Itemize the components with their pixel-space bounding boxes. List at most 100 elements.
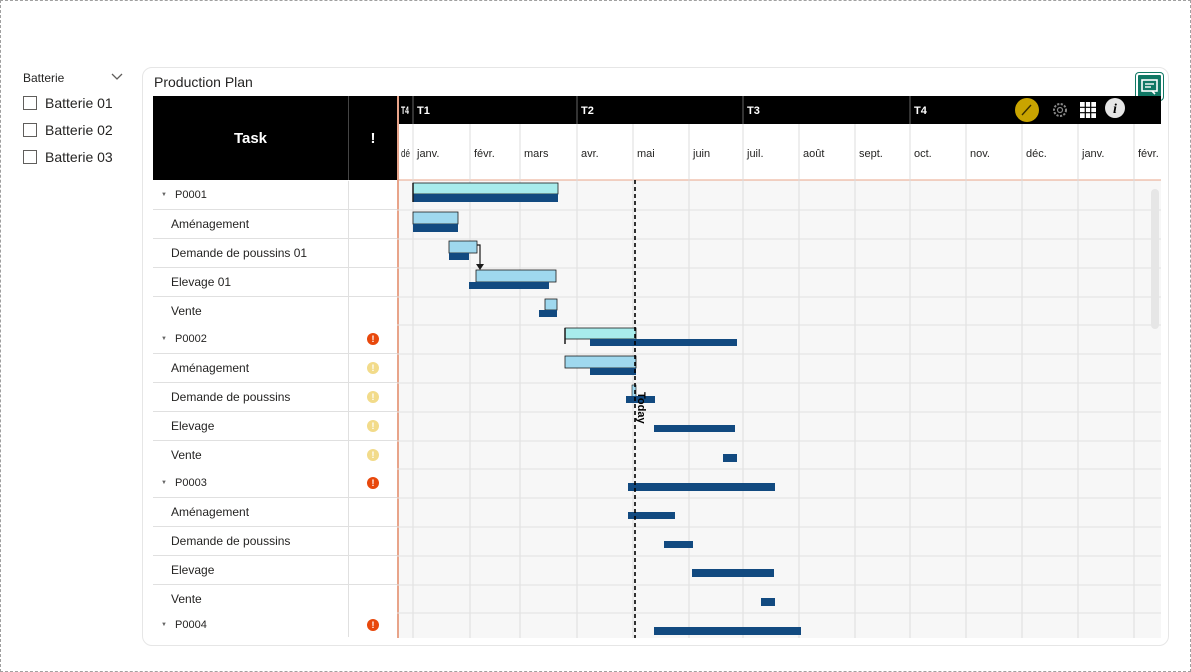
month-label: avr. — [581, 148, 599, 160]
task-row[interactable]: Vente — [153, 585, 397, 614]
info-button[interactable]: i — [1105, 98, 1125, 118]
task-label: Aménagement — [171, 361, 250, 375]
task-label: P0004 — [175, 619, 207, 631]
gantt-bar-plan[interactable] — [412, 211, 459, 225]
expand-icon[interactable]: ▼ — [161, 336, 170, 342]
checkbox[interactable] — [23, 122, 37, 137]
gantt-body-bg — [397, 180, 1161, 638]
month-label: juil. — [746, 148, 764, 160]
warning-icon: ! — [367, 420, 379, 432]
task-row[interactable]: Vente — [153, 297, 397, 326]
task-row[interactable]: Aménagement — [153, 210, 397, 239]
task-label: Vente — [171, 592, 202, 606]
month-label: juin — [692, 148, 710, 160]
gantt-bar-actual[interactable] — [654, 627, 801, 635]
quarter-label: T2 — [581, 105, 594, 117]
gantt-bar-plan[interactable] — [448, 240, 478, 254]
gantt-bar-actual[interactable] — [664, 541, 693, 548]
task-label: Elevage — [171, 563, 215, 577]
month-label: août — [803, 148, 824, 160]
task-row[interactable]: Elevage — [153, 556, 397, 585]
month-label: févr. — [1138, 148, 1159, 160]
warning-icon: ! — [367, 619, 379, 631]
slicer-item-label: Batterie 01 — [45, 94, 113, 111]
task-label: Demande de poussins 01 — [171, 246, 308, 260]
gantt-bar-actual[interactable] — [590, 368, 636, 375]
warning-icon: ! — [367, 333, 379, 345]
task-label: Demande de poussins — [171, 534, 291, 548]
task-row[interactable]: ▼ P0003 ! — [153, 469, 397, 498]
gantt-bar-plan[interactable] — [564, 327, 637, 340]
gantt-bar-actual[interactable] — [469, 282, 549, 289]
gantt-bar-actual[interactable] — [539, 310, 557, 317]
gantt-bar-actual[interactable] — [628, 483, 775, 491]
slicer-header[interactable]: Batterie — [23, 69, 123, 87]
gantt-bar-actual[interactable] — [449, 253, 469, 260]
quarter-header-bg — [397, 96, 1161, 124]
month-label: janv. — [416, 148, 439, 160]
month-label: mai — [637, 148, 655, 160]
task-row[interactable]: Vente ! — [153, 441, 397, 470]
month-label: janv. — [1081, 148, 1104, 160]
gantt-bar-plan[interactable] — [564, 355, 637, 369]
gantt-bar-actual[interactable] — [654, 425, 735, 432]
gantt-bar-plan[interactable] — [544, 298, 558, 311]
expand-icon[interactable]: ▼ — [161, 622, 170, 628]
quarter-label: T4 — [401, 105, 410, 117]
expand-icon[interactable]: ▼ — [161, 192, 170, 198]
task-row[interactable]: ▼ P0004 ! — [153, 613, 397, 637]
task-label: P0001 — [175, 189, 207, 201]
gantt-bar-actual[interactable] — [413, 224, 458, 232]
warning-icon: ! — [367, 362, 379, 374]
task-column-header[interactable]: Task — [153, 96, 349, 180]
month-label: mars — [524, 148, 549, 160]
quarter-label: T1 — [417, 105, 430, 117]
focus-mode-icon — [1141, 79, 1158, 95]
task-label: Elevage — [171, 419, 215, 433]
gantt-bar-plan[interactable] — [412, 182, 559, 195]
batterie-slicer: Batterie Batterie 01 Batterie 02 Batteri… — [23, 69, 123, 170]
task-row[interactable]: ▼ P0001 — [153, 181, 397, 210]
quarter-label: T3 — [747, 105, 760, 117]
month-label: févr. — [474, 148, 495, 160]
month-label: déc. — [1026, 148, 1047, 160]
task-row[interactable]: Aménagement ! — [153, 354, 397, 383]
gantt-bar-actual[interactable] — [692, 569, 774, 577]
svg-text:i: i — [1113, 102, 1117, 117]
slicer-item-label: Batterie 03 — [45, 148, 113, 165]
gantt-bar-actual[interactable] — [590, 339, 737, 346]
task-row[interactable]: Aménagement — [153, 498, 397, 527]
task-row[interactable]: ▼ P0002 ! — [153, 325, 397, 354]
task-row[interactable]: Elevage 01 — [153, 268, 397, 297]
task-row[interactable]: Demande de poussins 01 — [153, 239, 397, 268]
table-view-button[interactable] — [1080, 102, 1096, 118]
task-label: Demande de poussins — [171, 390, 291, 404]
grid-icon — [1080, 102, 1096, 118]
warning-icon: ! — [367, 391, 379, 403]
gantt-bar-plan[interactable] — [475, 269, 557, 283]
expand-icon[interactable]: ▼ — [161, 480, 170, 486]
gantt-bar-actual[interactable] — [761, 598, 775, 606]
edit-button[interactable] — [1015, 98, 1039, 122]
task-label: Aménagement — [171, 505, 250, 519]
gantt-bar-actual[interactable] — [413, 194, 558, 202]
gantt-timeline[interactable]: T4 T1 T2 T3 T4 dé janv. févr. mars avr. mai juin ju… — [397, 96, 1161, 638]
chevron-down-icon[interactable] — [111, 70, 123, 82]
task-row[interactable]: Demande de poussins ! — [153, 383, 397, 412]
task-label: P0003 — [175, 477, 207, 489]
month-label: dé — [401, 148, 410, 160]
quarter-label: T4 — [914, 105, 928, 117]
checkbox[interactable] — [23, 95, 37, 110]
slicer-item-batterie-02[interactable]: Batterie 02 — [23, 116, 123, 143]
checkbox[interactable] — [23, 149, 37, 164]
slicer-item-batterie-03[interactable]: Batterie 03 — [23, 143, 123, 170]
gantt-bar-actual[interactable] — [723, 454, 737, 462]
vertical-scrollbar[interactable] — [1151, 189, 1159, 329]
task-label: Aménagement — [171, 217, 250, 231]
flag-column-header[interactable]: ! — [349, 96, 397, 180]
slicer-item-batterie-01[interactable]: Batterie 01 — [23, 89, 123, 116]
task-row[interactable]: Demande de poussins — [153, 527, 397, 556]
task-row[interactable]: Elevage ! — [153, 412, 397, 441]
slicer-item-label: Batterie 02 — [45, 121, 113, 138]
month-label: sept. — [859, 148, 883, 160]
